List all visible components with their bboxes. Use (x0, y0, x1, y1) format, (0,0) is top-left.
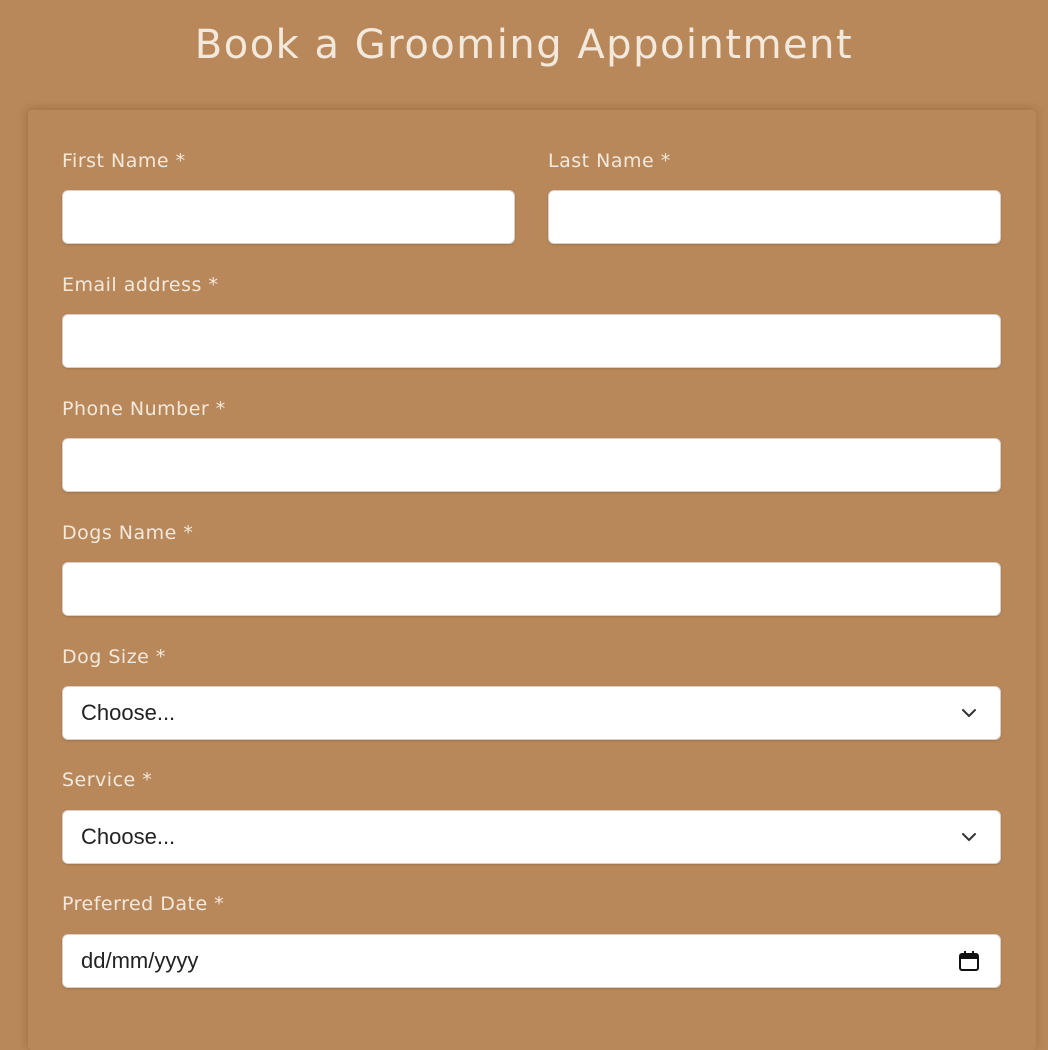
chevron-down-icon (958, 826, 980, 848)
last-name-input[interactable] (548, 190, 1001, 244)
dog-name-label: Dogs Name * (62, 522, 194, 544)
preferred-date-input[interactable]: dd/mm/yyyy (62, 934, 1001, 988)
dog-size-selected: Choose... (81, 700, 176, 725)
first-name-label: First Name * (62, 150, 186, 172)
service-selected: Choose... (81, 824, 176, 849)
calendar-icon[interactable] (956, 948, 982, 974)
phone-label: Phone Number * (62, 398, 226, 420)
preferred-date-label: Preferred Date * (62, 893, 225, 915)
page-title: Book a Grooming Appointment (194, 22, 854, 68)
email-input[interactable] (62, 314, 1001, 368)
dog-size-label: Dog Size * (62, 646, 166, 668)
last-name-label: Last Name * (548, 150, 671, 172)
first-name-input[interactable] (62, 190, 515, 244)
dog-name-input[interactable] (62, 562, 1001, 616)
phone-input[interactable] (62, 438, 1001, 492)
service-label: Service * (62, 769, 153, 791)
chevron-down-icon (958, 702, 980, 724)
service-select[interactable]: Choose... (62, 810, 1001, 864)
preferred-date-placeholder: dd/mm/yyyy (81, 948, 199, 973)
dog-size-select[interactable]: Choose... (62, 686, 1001, 740)
email-label: Email address * (62, 274, 219, 296)
